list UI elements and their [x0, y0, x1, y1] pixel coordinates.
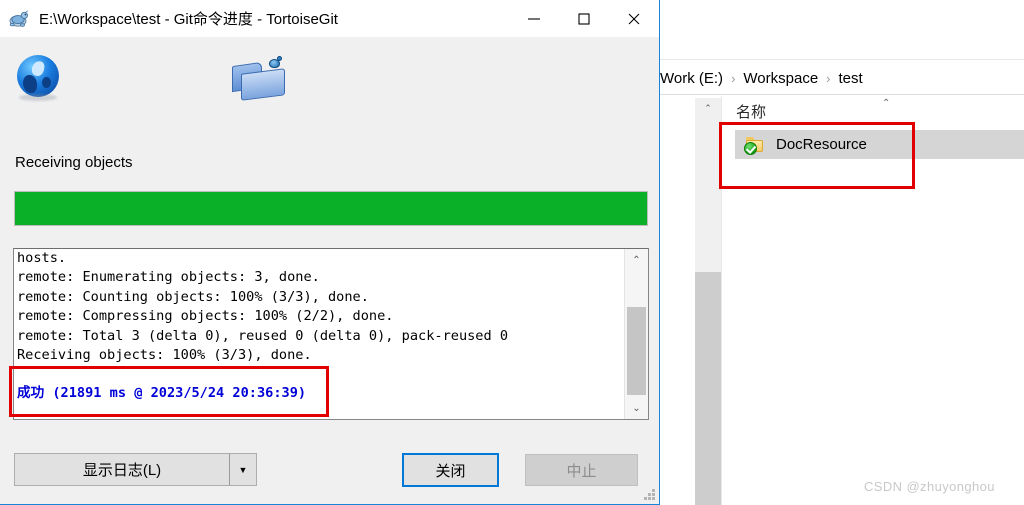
window-controls[interactable] [509, 0, 659, 37]
progress-bar [14, 191, 648, 226]
progress-status-label: Receiving objects [15, 154, 133, 171]
console-output-text: hosts. remote: Enumerating objects: 3, d… [17, 250, 509, 364]
close-button[interactable] [609, 0, 659, 37]
tortoisegit-turtle-icon [8, 8, 30, 30]
dialog-titlebar[interactable]: E:\Workspace\test - Git命令进度 - TortoiseGi… [0, 0, 659, 37]
csdn-watermark: CSDN @zhuyonghou [864, 479, 995, 494]
minimize-button[interactable] [509, 0, 559, 37]
breadcrumb-separator-icon: › [826, 70, 831, 86]
progress-bar-fill [15, 192, 647, 225]
explorer-vertical-scrollbar[interactable]: ⌃ [695, 98, 721, 505]
breadcrumb-item-test[interactable]: test [837, 70, 865, 87]
breadcrumb-separator-icon: › [731, 70, 736, 86]
explorer-window: Work (E:) › Workspace › test ⌃ 名称 ⌃ DocR… [658, 0, 1024, 505]
column-header-name-label: 名称 [736, 103, 767, 121]
sort-ascending-chevron-icon[interactable]: ⌃ [882, 98, 890, 109]
column-header-name[interactable]: 名称 ⌃ [722, 96, 1024, 126]
list-item[interactable]: DocResource [735, 130, 1024, 159]
folder-with-turtle-icon [232, 54, 286, 102]
list-item-label: DocResource [776, 136, 867, 153]
scroll-up-chevron-icon[interactable]: ⌃ [625, 249, 648, 271]
folder-with-green-check-icon [744, 136, 765, 155]
breadcrumb-item-workspace[interactable]: Workspace [741, 70, 820, 87]
scroll-down-chevron-icon[interactable]: ⌄ [625, 397, 648, 419]
explorer-toolbar-area [658, 0, 1024, 60]
show-log-button[interactable]: 显示日志(L) [15, 454, 229, 485]
breadcrumb[interactable]: Work (E:) › Workspace › test [658, 62, 1024, 95]
console-vertical-scrollbar[interactable]: ⌃ ⌄ [624, 249, 648, 419]
scroll-up-chevron-icon[interactable]: ⌃ [695, 98, 721, 118]
close-dialog-button[interactable]: 关闭 [402, 453, 499, 487]
console-scrollbar-thumb[interactable] [627, 307, 646, 395]
tortoisegit-progress-dialog: E:\Workspace\test - Git命令进度 - TortoiseGi… [0, 0, 660, 505]
explorer-file-list[interactable]: 名称 ⌃ DocResource [721, 96, 1024, 505]
chevron-down-icon[interactable]: ▼ [229, 454, 256, 485]
show-log-split-button[interactable]: 显示日志(L) ▼ [14, 453, 257, 486]
dialog-title: E:\Workspace\test - Git命令进度 - TortoiseGi… [39, 11, 338, 28]
console-success-text: 成功 (21891 ms @ 2023/5/24 20:36:39) [17, 385, 307, 401]
explorer-scrollbar-thumb[interactable] [695, 272, 721, 505]
maximize-button[interactable] [559, 0, 609, 37]
resize-grip[interactable] [643, 488, 656, 501]
breadcrumb-item-drive[interactable]: Work (E:) [658, 70, 725, 87]
globe-icon [15, 55, 61, 101]
abort-button: 中止 [525, 454, 638, 486]
command-output-console[interactable]: hosts. remote: Enumerating objects: 3, d… [13, 248, 649, 420]
